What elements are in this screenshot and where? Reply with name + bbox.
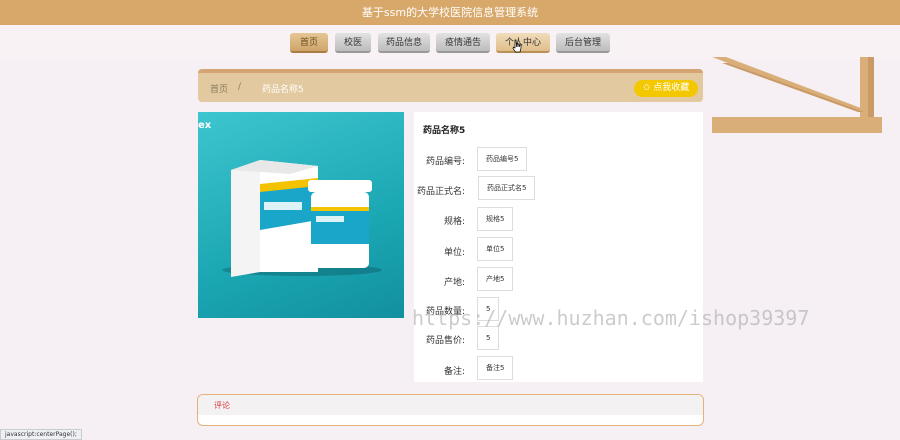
field-label-official-name: 药品正式名: [416,187,465,197]
breadcrumb-home-link[interactable]: 首页 [210,82,228,95]
site-header: 基于ssm的大学校医院信息管理系统 [0,0,900,25]
site-title: 基于ssm的大学校医院信息管理系统 [361,6,539,19]
field-value-unit: 单位5 [477,237,514,261]
product-title: 药品名称5 [423,126,466,136]
decorative-frame [712,57,882,133]
nav-doctors[interactable]: 校医 [335,33,371,53]
browser-status-bar: javascript:centerPage(); [0,429,82,440]
mouse-cursor-icon [512,39,522,53]
breadcrumb-separator: / [238,82,242,92]
field-value-origin: 产地5 [477,267,514,291]
nav-notices[interactable]: 疫情通告 [436,33,490,53]
field-label-spec: 规格: [443,217,465,227]
nav-home[interactable]: 首页 [290,33,328,53]
nav-admin[interactable]: 后台管理 [556,33,610,53]
nav-medicine[interactable]: 药品信息 [378,33,430,53]
comment-header: 评论 [198,395,703,415]
field-label-unit: 单位: [443,248,465,258]
field-value-spec: 规格5 [477,207,514,231]
main-nav: 首页 校医 药品信息 疫情通告 个人中心 后台管理 [0,25,900,59]
field-label-code: 药品编号: [425,157,465,167]
watermark-text: https://www.huzhan.com/ishop39397 [412,306,810,330]
medicine-package-icon [222,160,382,277]
field-value-official-name: 药品正式名5 [478,176,536,200]
breadcrumb: 首页 / 药品名称5 ✩ 点我收藏 [198,69,703,102]
comment-section: 评论 [197,394,704,426]
product-image: ex [198,112,404,318]
nav-personal-center[interactable]: 个人中心 [496,33,550,53]
favorite-button[interactable]: ✩ 点我收藏 [634,80,698,97]
product-info-panel: 药品名称5 药品编号: 药品编号5 药品正式名: 药品正式名5 规格: 规格5 … [414,112,703,382]
field-value-code: 药品编号5 [477,147,528,171]
field-value-remark: 备注5 [477,356,514,380]
field-label-origin: 产地: [443,278,465,288]
comment-tab[interactable]: 评论 [214,400,230,411]
field-label-remark: 备注: [443,367,465,377]
field-label-price: 药品售价: [425,336,465,346]
breadcrumb-current: 药品名称5 [262,85,304,95]
